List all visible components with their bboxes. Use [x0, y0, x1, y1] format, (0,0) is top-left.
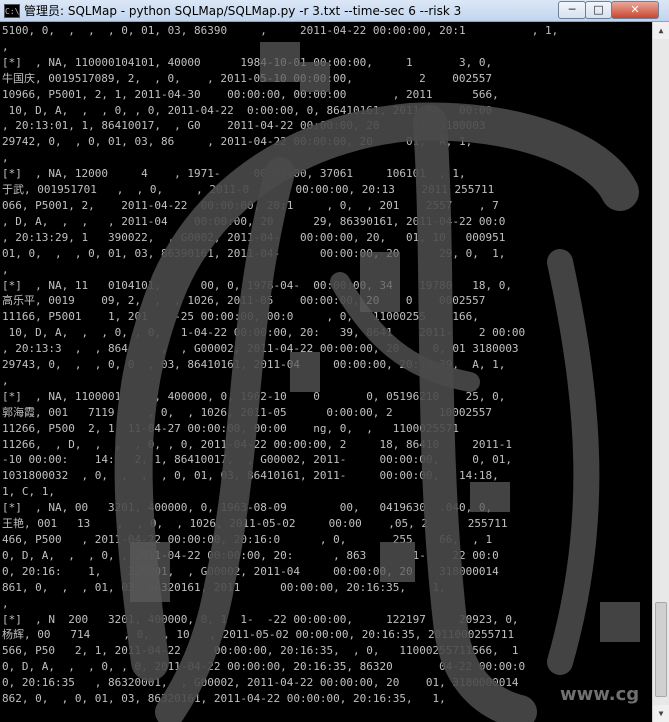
window-titlebar: C:\ 管理员: SQLMap - python SQLMap/SQLMap.p… [0, 0, 669, 22]
console-text: 5100, 0, , , , 0, 01, 03, 86390 , 2011-0… [2, 24, 559, 706]
console-output[interactable]: 5100, 0, , , , 0, 01, 03, 86390 , 2011-0… [0, 22, 652, 722]
scroll-thumb[interactable] [655, 602, 667, 697]
window-title: 管理员: SQLMap - python SQLMap/SQLMap.py -r… [24, 4, 464, 18]
maximize-button[interactable]: □ [585, 1, 612, 19]
minimize-button[interactable]: ─ [558, 1, 586, 19]
scroll-down-arrow-icon[interactable]: ▼ [653, 705, 669, 722]
watermark-text: www.cg [560, 684, 640, 705]
cmd-icon[interactable]: C:\ [4, 4, 20, 18]
vertical-scrollbar[interactable]: ▲ ▼ [652, 22, 669, 722]
scroll-up-arrow-icon[interactable]: ▲ [653, 22, 669, 39]
close-button[interactable]: ✕ [611, 1, 659, 19]
